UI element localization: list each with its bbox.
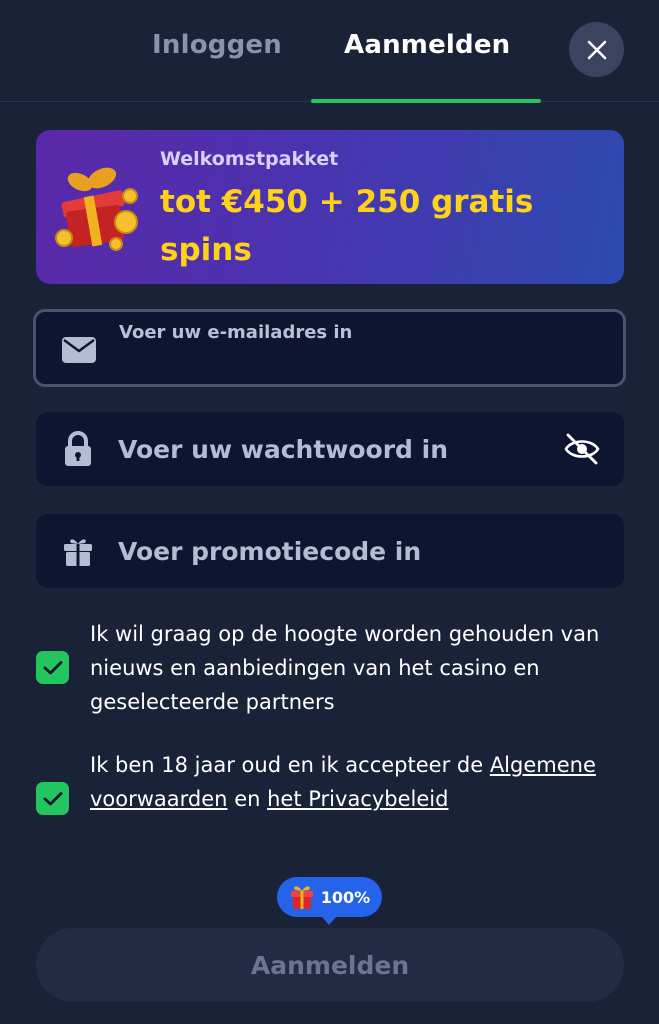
register-submit-button[interactable]: Aanmelden (36, 928, 624, 1002)
welcome-bonus-banner: Welkomstpakket tot €450 + 250 gratis spi… (36, 130, 624, 284)
active-tab-indicator (311, 99, 541, 103)
progress-percentage: 100% (320, 887, 371, 907)
check-icon (43, 660, 62, 674)
gift-icon (290, 886, 313, 909)
close-button[interactable] (569, 22, 624, 77)
envelope-icon (61, 332, 97, 368)
email-label: Voer uw e-mailadres in (119, 322, 353, 343)
close-icon (587, 40, 606, 59)
gift-box-coins-icon (55, 167, 138, 251)
banner-title: tot €450 + 250 gratis spins (160, 184, 534, 268)
password-input[interactable] (118, 412, 558, 486)
check-icon (43, 791, 62, 805)
email-input[interactable] (119, 350, 599, 380)
banner-subtitle: Welkomstpakket (160, 148, 339, 170)
tab-register[interactable]: Aanmelden (344, 30, 510, 60)
terms-middle: en (234, 787, 261, 811)
tab-login[interactable]: Inloggen (152, 30, 282, 60)
terms-checkbox[interactable] (36, 782, 69, 815)
registration-dialog: Inloggen Aanmelden Welkomstpakket tot €4… (0, 0, 659, 1024)
promo-code-input[interactable] (118, 514, 558, 588)
registration-progress-badge: 100% (277, 877, 382, 925)
toggle-password-visibility-button[interactable] (562, 429, 602, 469)
privacy-policy-link[interactable]: het Privacybeleid (267, 787, 448, 811)
newsletter-checkbox[interactable] (36, 651, 69, 684)
terms-consent-text: Ik ben 18 jaar oud en ik accepteer de Al… (90, 748, 635, 816)
auth-tabs: Inloggen Aanmelden (0, 0, 659, 103)
lock-icon (60, 431, 96, 467)
password-field[interactable] (36, 412, 624, 486)
promo-code-field[interactable] (36, 514, 624, 588)
gift-icon (60, 533, 96, 569)
terms-prefix: Ik ben 18 jaar oud en ik accepteer de (90, 753, 484, 777)
eye-off-icon (564, 433, 600, 465)
email-field[interactable]: Voer uw e-mailadres in (33, 309, 626, 387)
newsletter-consent-text: Ik wil graag op de hoogte worden gehoude… (90, 622, 600, 714)
